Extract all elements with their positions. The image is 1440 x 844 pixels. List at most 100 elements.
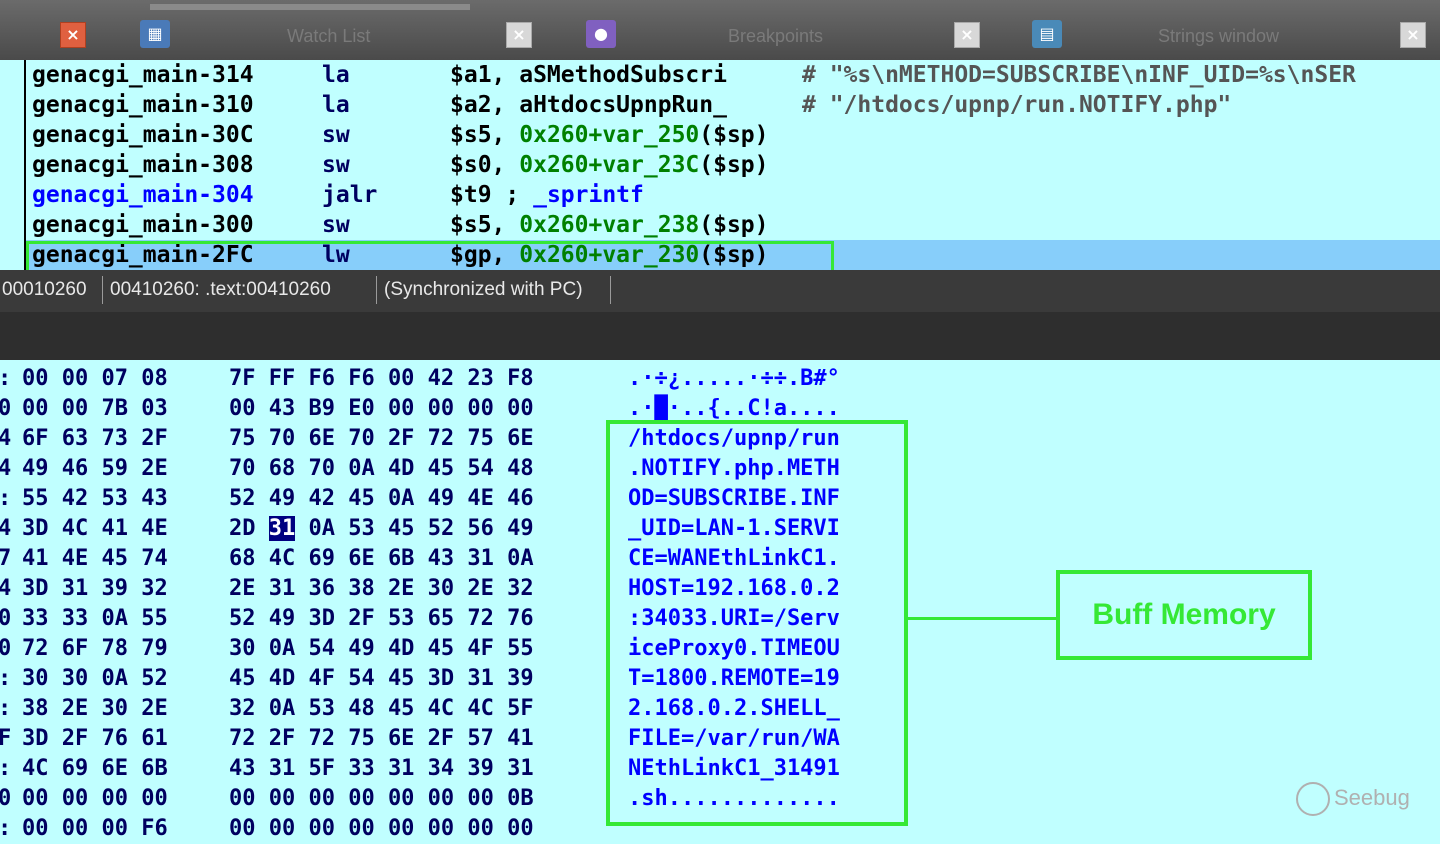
- address-label[interactable]: genacgi_main-314: [32, 60, 254, 90]
- hex-address: 0: [0, 786, 12, 811]
- operand[interactable]: $s5, 0x260+var_250($sp): [450, 120, 769, 150]
- disasm-row[interactable]: genacgi_main-310 la $a2, aHtdocsUpnpRun_…: [32, 90, 1231, 120]
- hex-bytes[interactable]: 7F FF F6 F6 00 42 23 F8: [229, 364, 534, 394]
- close-icon[interactable]: ×: [1400, 22, 1426, 48]
- hex-bytes[interactable]: 00 43 B9 E0 00 00 00 00: [229, 394, 534, 424]
- tab-strings-window[interactable]: Strings window: [1158, 26, 1279, 47]
- hex-bytes[interactable]: 70 68 70 0A 4D 45 54 48: [229, 454, 534, 484]
- operand-register: $s0,: [450, 152, 520, 178]
- close-icon[interactable]: ×: [60, 22, 86, 48]
- seebug-logo-icon: [1296, 782, 1330, 816]
- hex-bytes[interactable]: 72 2F 72 75 6E 2F 57 41: [229, 724, 534, 754]
- hex-bytes[interactable]: 33 33 0A 55: [22, 604, 168, 634]
- hex-address: 0: [0, 636, 12, 661]
- ascii-column[interactable]: .·÷¿.....·÷÷.B#°: [628, 364, 840, 394]
- disasm-row[interactable]: genacgi_main-300 sw $s5, 0x260+var_238($…: [32, 210, 769, 240]
- mnemonic: la: [322, 92, 350, 118]
- operand-offset[interactable]: 0x260+var_23C: [519, 152, 699, 178]
- operand-register: $s5,: [450, 212, 520, 238]
- disasm-row[interactable]: genacgi_main-308 sw $s0, 0x260+var_23C($…: [32, 150, 769, 180]
- disassembly-view[interactable]: genacgi_main-314 la $a1, aSMethodSubscri…: [0, 60, 1440, 270]
- hex-bytes[interactable]: 30 0A 54 49 4D 45 4F 55: [229, 634, 534, 664]
- hex-bytes[interactable]: 43 31 5F 33 31 34 39 31: [229, 754, 534, 784]
- operand-offset[interactable]: 0x260+var_238: [519, 212, 699, 238]
- close-icon[interactable]: ×: [506, 22, 532, 48]
- hex-bytes[interactable]: 38 2E 30 2E: [22, 694, 168, 724]
- close-icon[interactable]: ×: [954, 22, 980, 48]
- hex-bytes[interactable]: 32 0A 53 48 45 4C 4C 5F: [229, 694, 534, 724]
- tab-watch-list[interactable]: Watch List: [287, 26, 370, 47]
- annotation-connector-line: [904, 617, 1056, 620]
- mnemonic: sw: [322, 152, 350, 178]
- hex-address: :: [0, 484, 11, 514]
- hex-bytes[interactable]: 52 49 3D 2F 53 65 72 76: [229, 604, 534, 634]
- file-offset: 00010260: [2, 279, 87, 300]
- operand-register: $s5,: [450, 122, 520, 148]
- address-label[interactable]: genacgi_main-300: [32, 210, 254, 240]
- tab-bar-scroll-indicator: [150, 4, 470, 10]
- hex-bytes[interactable]: 49 46 59 2E: [22, 454, 168, 484]
- disasm-row[interactable]: genacgi_main-314 la $a1, aSMethodSubscri…: [32, 60, 1356, 90]
- hex-address: 0: [0, 396, 12, 421]
- hex-bytes[interactable]: 00 00 00 00 00 00 00 00: [229, 814, 534, 844]
- operand-offset[interactable]: 0x260+var_250: [519, 122, 699, 148]
- operand[interactable]: $s5, 0x260+var_238($sp): [450, 210, 769, 240]
- disassembly-status-bar: 00010260 00410260: .text:00410260 (Synch…: [0, 270, 1440, 312]
- address-label[interactable]: genacgi_main-304: [32, 180, 254, 210]
- operand[interactable]: $t9 ; _sprintf: [450, 180, 644, 210]
- hex-bytes[interactable]: 75 70 6E 70 2F 72 75 6E: [229, 424, 534, 454]
- hex-address: 7: [0, 546, 12, 571]
- hex-bytes[interactable]: 68 4C 69 6E 6B 43 31 0A: [229, 544, 534, 574]
- hex-bytes-segment[interactable]: 0A 53 45 52 56 49: [295, 516, 533, 541]
- hex-bytes[interactable]: 00 00 07 08: [22, 364, 168, 394]
- hex-address: :: [0, 754, 11, 784]
- hex-address: F: [0, 726, 12, 751]
- disasm-row[interactable]: genacgi_main-304 jalr $t9 ; _sprintf: [32, 180, 644, 210]
- address-label[interactable]: genacgi_main-308: [32, 150, 254, 180]
- hex-bytes[interactable]: 2E 31 36 38 2E 30 2E 32: [229, 574, 534, 604]
- hex-bytes[interactable]: 6F 63 73 2F: [22, 424, 168, 454]
- hex-address: 4: [0, 516, 12, 541]
- strings-window-icon: ▤: [1032, 20, 1062, 48]
- tab-breakpoints[interactable]: Breakpoints: [728, 26, 823, 47]
- hex-address: :: [0, 694, 11, 724]
- hex-bytes[interactable]: 72 6F 78 79: [22, 634, 168, 664]
- address-label[interactable]: genacgi_main-310: [32, 90, 254, 120]
- hex-bytes[interactable]: 00 00 00 00: [22, 784, 168, 814]
- hex-bytes[interactable]: 00 00 00 F6: [22, 814, 168, 844]
- hex-address: 4: [0, 426, 12, 451]
- hex-bytes[interactable]: 3D 4C 41 4E: [22, 514, 168, 544]
- hex-address: :: [0, 664, 11, 694]
- hex-bytes[interactable]: 55 42 53 43: [22, 484, 168, 514]
- hex-bytes[interactable]: 41 4E 45 74: [22, 544, 168, 574]
- mnemonic: jalr: [322, 182, 378, 208]
- function-reference[interactable]: _sprintf: [533, 182, 644, 208]
- address-label[interactable]: genacgi_main-30C: [32, 120, 254, 150]
- hex-address: :: [0, 814, 11, 844]
- hex-address: 0: [0, 606, 12, 631]
- hex-bytes[interactable]: 30 30 0A 52: [22, 664, 168, 694]
- hex-address: :: [0, 364, 11, 394]
- selected-byte[interactable]: 31: [268, 516, 296, 541]
- disassembly-gutter: [24, 60, 26, 270]
- comment: # "/htdocs/upnp/run.NOTIFY.php": [802, 92, 1232, 118]
- divider: [376, 276, 377, 304]
- hex-bytes[interactable]: 45 4D 4F 54 45 3D 31 39: [229, 664, 534, 694]
- hex-bytes[interactable]: 4C 69 6E 6B: [22, 754, 168, 784]
- operand[interactable]: $s0, 0x260+var_23C($sp): [450, 150, 769, 180]
- hex-bytes[interactable]: 00 00 7B 03: [22, 394, 168, 424]
- operand[interactable]: $a1, aSMethodSubscri: [450, 60, 727, 90]
- watermark-text: Seebug: [1334, 784, 1410, 810]
- hex-bytes[interactable]: 00 00 00 00 00 00 00 0B: [229, 784, 534, 814]
- hex-bytes[interactable]: 3D 31 39 32: [22, 574, 168, 604]
- hex-address: 4: [0, 456, 12, 481]
- tab-bar: × ▦ Watch List × ● Breakpoints × ▤ Strin…: [0, 0, 1440, 60]
- disasm-row[interactable]: genacgi_main-30C sw $s5, 0x260+var_250($…: [32, 120, 769, 150]
- hex-bytes[interactable]: 2D 31 0A 53 45 52 56 49: [229, 514, 534, 544]
- operand[interactable]: $a2, aHtdocsUpnpRun_: [450, 90, 727, 120]
- hex-bytes[interactable]: 52 49 42 45 0A 49 4E 46: [229, 484, 534, 514]
- sync-status: (Synchronized with PC): [384, 279, 583, 300]
- hex-bytes-segment[interactable]: 2D: [229, 516, 269, 541]
- operand-base: ($sp): [699, 122, 769, 148]
- hex-bytes[interactable]: 3D 2F 76 61: [22, 724, 168, 754]
